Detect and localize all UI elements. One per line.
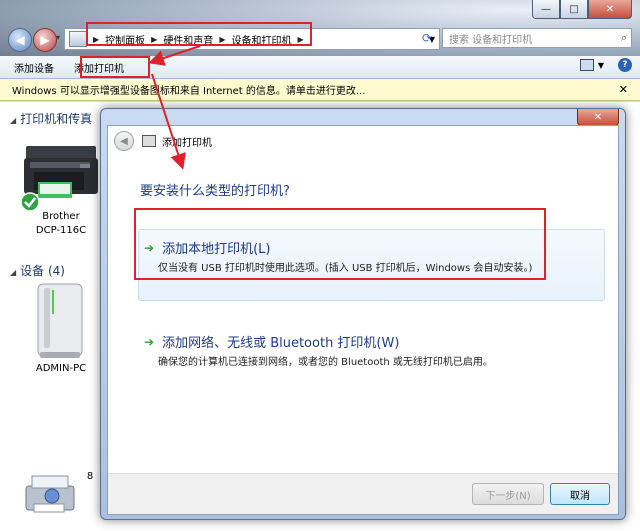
annotation-arrows <box>148 45 201 170</box>
explorer-window: — □ ✕ ◀ ▶ ▾ ▶ 控制面板 ▶ 硬件和声音 ▶ 设备和打印机 ▶ ▼ … <box>0 0 640 531</box>
